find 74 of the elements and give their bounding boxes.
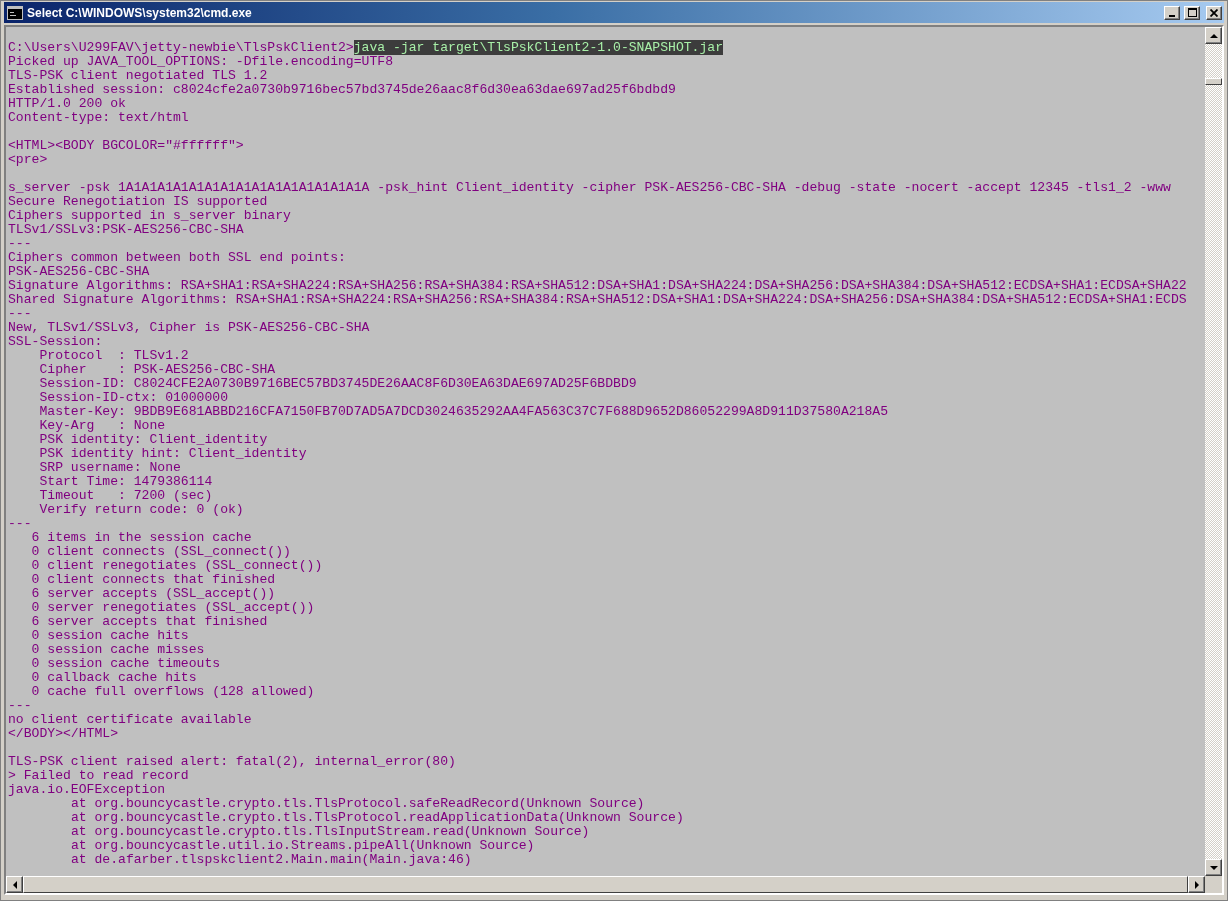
console-line: no client certificate available (8, 712, 252, 727)
console-line: Protocol : TLSv1.2 (38, 348, 189, 363)
console-line: 0 server renegotiates (SSL_accept()) (30, 600, 315, 615)
console-line: </BODY></HTML> (8, 726, 118, 741)
console-icon (7, 5, 23, 20)
console-line: <HTML><BODY BGCOLOR="#ffffff"> (8, 138, 244, 153)
minimize-button[interactable] (1164, 5, 1180, 20)
console-line: Secure Renegotiation IS supported (8, 194, 268, 209)
console-line: s_server -psk 1A1A1A1A1A1A1A1A1A1A1A1A1A1A1A1A -psk_hint Client_identity -cipher PSK-AES256-CBC-SHA -debug -state -nocert -accept 12345 -tls1_2 -www (8, 180, 1171, 195)
console-line: 0 client renegotiates (SSL_connect()) (30, 558, 323, 573)
console-line: --- (8, 698, 32, 713)
console-line: Ciphers supported in s_server binary (8, 208, 291, 223)
console-line: TLSv1/SSLv3:PSK-AES256-CBC-SHA (8, 222, 244, 237)
console-line: Content-type: text/html (8, 110, 189, 125)
console-line: Session-ID: C8024CFE2A0730B9716BEC57BD3745DE26AAC8F6D30EA63DAE697AD25F6BDBD9 (38, 376, 637, 391)
console-line: PSK identity hint: Client_identity (38, 446, 307, 461)
console-line: PSK-AES256-CBC-SHA (8, 264, 150, 279)
console-line: 0 cache full overflows (128 allowed) (30, 684, 315, 699)
console-line: Timeout : 7200 (sec) (38, 488, 213, 503)
minimize-icon (1169, 14, 1175, 17)
console-line: <pre> (8, 152, 48, 167)
maximize-button[interactable] (1184, 5, 1200, 20)
console-line: --- (8, 236, 32, 251)
console-line: 6 items in the session cache (30, 530, 252, 545)
window-title: Select C:\WINDOWS\system32\cmd.exe (27, 5, 253, 20)
console-line: Cipher : PSK-AES256-CBC-SHA (38, 362, 276, 377)
console-line: SRP username: None (38, 460, 181, 475)
maximize-icon (1187, 8, 1197, 17)
console-line: New, TLSv1/SSLv3, Cipher is PSK-AES256-CBC-SHA (8, 320, 370, 335)
console-line: 0 session cache hits (30, 628, 189, 643)
console-line: 0 session cache misses (30, 642, 205, 657)
close-icon (1210, 8, 1218, 17)
console-line: at de.afarber.tlspskclient2.Main.main(Main.java:46) (69, 852, 472, 867)
console-line: TLS-PSK client negotiated TLS 1.2 (8, 68, 268, 83)
scroll-left-button[interactable] (6, 876, 23, 893)
console-line: Session-ID-ctx: 01000000 (38, 390, 228, 405)
console-line: at org.bouncycastle.crypto.tls.TlsProtocol.safeReadRecord(Unknown Source) (69, 796, 645, 811)
right-arrow-icon (1194, 880, 1199, 889)
console-line: 6 server accepts (SSL_accept()) (30, 586, 276, 601)
left-arrow-icon (12, 880, 17, 889)
console-line: Verify return code: 0 (ok) (38, 502, 244, 517)
console-line: PSK identity: Client_identity (38, 432, 268, 447)
close-button[interactable] (1206, 5, 1222, 20)
scroll-right-button[interactable] (1188, 876, 1205, 893)
prompt-path: C:\Users\U299FAV\jetty-newbie\TlsPskClient2> (8, 40, 354, 55)
console-line: SSL-Session: (8, 334, 103, 349)
console-line: 0 client connects (SSL_connect()) (30, 544, 291, 559)
console-line: 6 server accepts that finished (30, 614, 268, 629)
console-line: Shared Signature Algorithms: RSA+SHA1:RSA+SHA224:RSA+SHA256:RSA+SHA384:RSA+SHA512:DSA+SHA1:DSA+SHA224:DSA+SHA256:DSA+SHA384:DSA+SHA512:ECDSA+SHA1:ECDS (8, 292, 1187, 307)
console-line: Master-Key: 9BDB9E681ABBD216CFA7150FB70D7AD5A7DCD3024635292AA4FA563C37C7F688D9652D86052299A8D911D37580A218A5 (38, 404, 889, 419)
console-line: --- (8, 306, 32, 321)
console-line: java.io.EOFException (8, 782, 166, 797)
scroll-thumb[interactable] (1205, 78, 1222, 85)
console-line: HTTP/1.0 200 ok (8, 96, 126, 111)
console-line: Picked up JAVA_TOOL_OPTIONS: -Dfile.encoding=UTF8 (8, 54, 394, 69)
scroll-down-button[interactable] (1205, 859, 1222, 876)
console-line: at org.bouncycastle.util.io.Streams.pipeAll(Unknown Source) (69, 838, 535, 853)
console-line: 0 callback cache hits (30, 670, 197, 685)
console-line: at org.bouncycastle.crypto.tls.TlsInputStream.read(Unknown Source) (69, 824, 590, 839)
console-line: Established session: c8024cfe2a0730b9716bec57bd3745de26aac8f6d30ea63dae697ad25f6bdbd9 (8, 82, 676, 97)
console-line: Ciphers common between both SSL end points: (8, 250, 346, 265)
console-line: TLS-PSK client raised alert: fatal(2), internal_error(80) (8, 754, 456, 769)
console-line: Start Time: 1479386114 (38, 474, 213, 489)
console-line: at org.bouncycastle.crypto.tls.TlsProtocol.readApplicationData(Unknown Source) (69, 810, 684, 825)
console-line: --- (8, 516, 32, 531)
console-line: > Failed to read record (8, 768, 189, 783)
console-line: Key-Arg : None (38, 418, 166, 433)
console-line: 0 session cache timeouts (30, 656, 221, 671)
console-line: Signature Algorithms: RSA+SHA1:RSA+SHA224:RSA+SHA256:RSA+SHA384:RSA+SHA512:DSA+SHA1:DSA+SHA224:DSA+SHA256:DSA+SHA384:DSA+SHA512:ECDSA+SHA1:ECDSA+SHA22 (8, 278, 1187, 293)
up-arrow-icon (1209, 33, 1218, 38)
scroll-up-button[interactable] (1205, 27, 1222, 44)
down-arrow-icon (1209, 865, 1218, 870)
console-line: 0 client connects that finished (30, 572, 276, 587)
command-text: java -jar target\TlsPskClient2-1.0-SNAPSHOT.jar (353, 40, 724, 55)
